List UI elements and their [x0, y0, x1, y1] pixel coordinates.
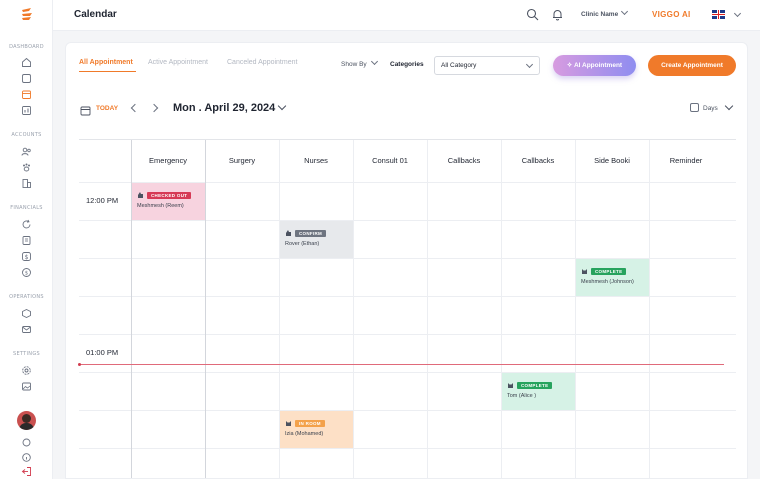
column-header-callbacks: Callbacks [447, 156, 481, 165]
ai-appointment-label: AI Appointment [573, 62, 623, 69]
column-header-emergency: Emergency [149, 156, 187, 165]
sidebar-section-dashboard: DASHBOARD [9, 44, 44, 50]
page-title: Calendar [74, 9, 117, 20]
clinic-selector[interactable]: Clinic Name [581, 7, 629, 18]
appointment-patient: Meshmesh (Reem) [137, 203, 184, 209]
create-appointment-button[interactable]: Create Appointment [648, 55, 736, 76]
appointment-card[interactable]: COMPLETE Meshmesh (Johnson) [576, 259, 649, 296]
chevron-down-icon [370, 57, 378, 66]
chevron-down-icon [621, 7, 629, 16]
box-icon[interactable] [21, 308, 32, 319]
category-value: All Category [441, 62, 477, 69]
cat-icon [286, 421, 291, 426]
status-badge: COMPLETE [591, 268, 627, 275]
previous-day-icon[interactable] [130, 103, 140, 113]
top-bar: Calendar Clinic Name VIGGO AI [53, 0, 760, 31]
calendar-today-icon[interactable] [80, 103, 91, 116]
view-chevron-icon[interactable] [724, 101, 734, 111]
invoice-icon[interactable] [21, 235, 32, 246]
time-label-1200: 12:00 PM [86, 196, 119, 205]
status-badge: CONFIRM [295, 230, 327, 237]
calendar-grid: Emergency Surgery Nurses Consult 01 Call… [78, 139, 736, 478]
appointment-card[interactable]: CONFIRM Rover (Ethan) [280, 221, 353, 258]
appointment-patient: Meshmesh (Johnson) [581, 279, 634, 285]
calendar-icon[interactable] [21, 89, 32, 100]
next-day-icon[interactable] [149, 103, 159, 113]
sidebar-section-financials: FINANCIALS [10, 205, 43, 211]
date-chevron-icon[interactable] [277, 101, 287, 111]
column-header-nurses: Nurses [304, 156, 328, 165]
column-header-surgery: Surgery [228, 156, 256, 165]
uk-flag-icon[interactable] [712, 10, 725, 19]
appointment-patient: Rover (Ethan) [285, 241, 320, 247]
dog-icon [286, 230, 291, 236]
categories-label: Categories [390, 61, 424, 68]
calendar-card: All Appointment Active Appointment Cance… [65, 42, 748, 479]
clinic-name: Clinic Name [581, 11, 619, 18]
active-tab-underline [79, 71, 136, 72]
brand-label: VIGGO AI [652, 10, 691, 19]
show-by-dropdown[interactable]: Show By [341, 57, 378, 68]
search-icon[interactable] [526, 8, 539, 21]
refresh-icon[interactable] [21, 219, 32, 230]
tab-all-appointment[interactable]: All Appointment [79, 59, 133, 66]
chart-icon[interactable] [21, 105, 32, 116]
coin-icon[interactable]: $ [21, 267, 32, 278]
bell-icon[interactable] [551, 8, 564, 21]
sidebar: DASHBOARD ACCOUNTS FINANCIALS $ $ OPERAT… [0, 0, 53, 479]
chevron-down-icon [525, 60, 534, 69]
app-logo-icon[interactable] [19, 6, 35, 22]
avatar[interactable] [17, 411, 36, 430]
time-label-0100: 01:00 PM [86, 348, 119, 357]
sparkle-icon: ✧ [566, 62, 574, 69]
today-button[interactable]: TODAY [96, 105, 118, 112]
building-icon[interactable] [21, 178, 32, 189]
users-icon[interactable] [21, 146, 32, 157]
appointment-card[interactable]: COMPLETE Tom (Alice ) [502, 373, 575, 410]
status-badge: IN ROOM [295, 420, 325, 427]
appointment-card[interactable]: CHECKED OUT Meshmesh (Reem) [132, 183, 205, 220]
paw-icon[interactable] [21, 162, 32, 173]
current-date: Mon . April 29, 2024 [173, 102, 276, 114]
logout-icon[interactable] [21, 466, 32, 477]
view-selector[interactable]: Days [703, 105, 718, 112]
dog-icon [138, 192, 143, 198]
home-icon[interactable] [21, 57, 32, 68]
column-header-reminder: Reminder [669, 156, 703, 165]
column-header-consult-01: Consult 01 [372, 156, 408, 165]
current-time-dot [78, 363, 81, 366]
sidebar-section-settings: SETTINGS [12, 351, 41, 357]
status-badge: COMPLETE [517, 382, 553, 389]
sidebar-section-operations: OPERATIONS [9, 294, 44, 300]
appointment-card[interactable]: IN ROOM Izia (Mohamed) [280, 411, 353, 448]
appointment-patient: Izia (Mohamed) [285, 431, 324, 437]
column-header-callbacks-2: Callbacks [521, 156, 555, 165]
view-icon [690, 103, 699, 112]
svg-text:$: $ [25, 271, 28, 277]
cat-icon [582, 269, 587, 274]
sidebar-section-accounts: ACCOUNTS [11, 132, 42, 138]
gear-icon[interactable] [21, 365, 32, 376]
image-icon[interactable] [21, 381, 32, 392]
show-by-label: Show By [341, 61, 367, 68]
current-time-line [79, 364, 724, 365]
chat-icon[interactable] [21, 437, 32, 448]
category-select[interactable]: All Category [434, 56, 540, 75]
dollar-icon[interactable]: $ [21, 251, 32, 262]
tab-active-appointment[interactable]: Active Appointment [148, 59, 208, 66]
cat-icon [508, 383, 513, 388]
ai-appointment-button[interactable]: ✧ AI Appointment [553, 55, 636, 76]
language-chevron-icon[interactable] [733, 9, 742, 18]
tab-canceled-appointment[interactable]: Canceled Appointment [227, 59, 297, 66]
column-header-side-booki: Side Booki [594, 156, 630, 165]
svg-text:$: $ [25, 254, 29, 261]
info-icon[interactable] [21, 452, 32, 463]
status-badge: CHECKED OUT [147, 192, 192, 199]
appointment-patient: Tom (Alice ) [507, 393, 537, 399]
mail-icon[interactable] [21, 324, 32, 335]
inbox-icon[interactable] [21, 73, 32, 84]
